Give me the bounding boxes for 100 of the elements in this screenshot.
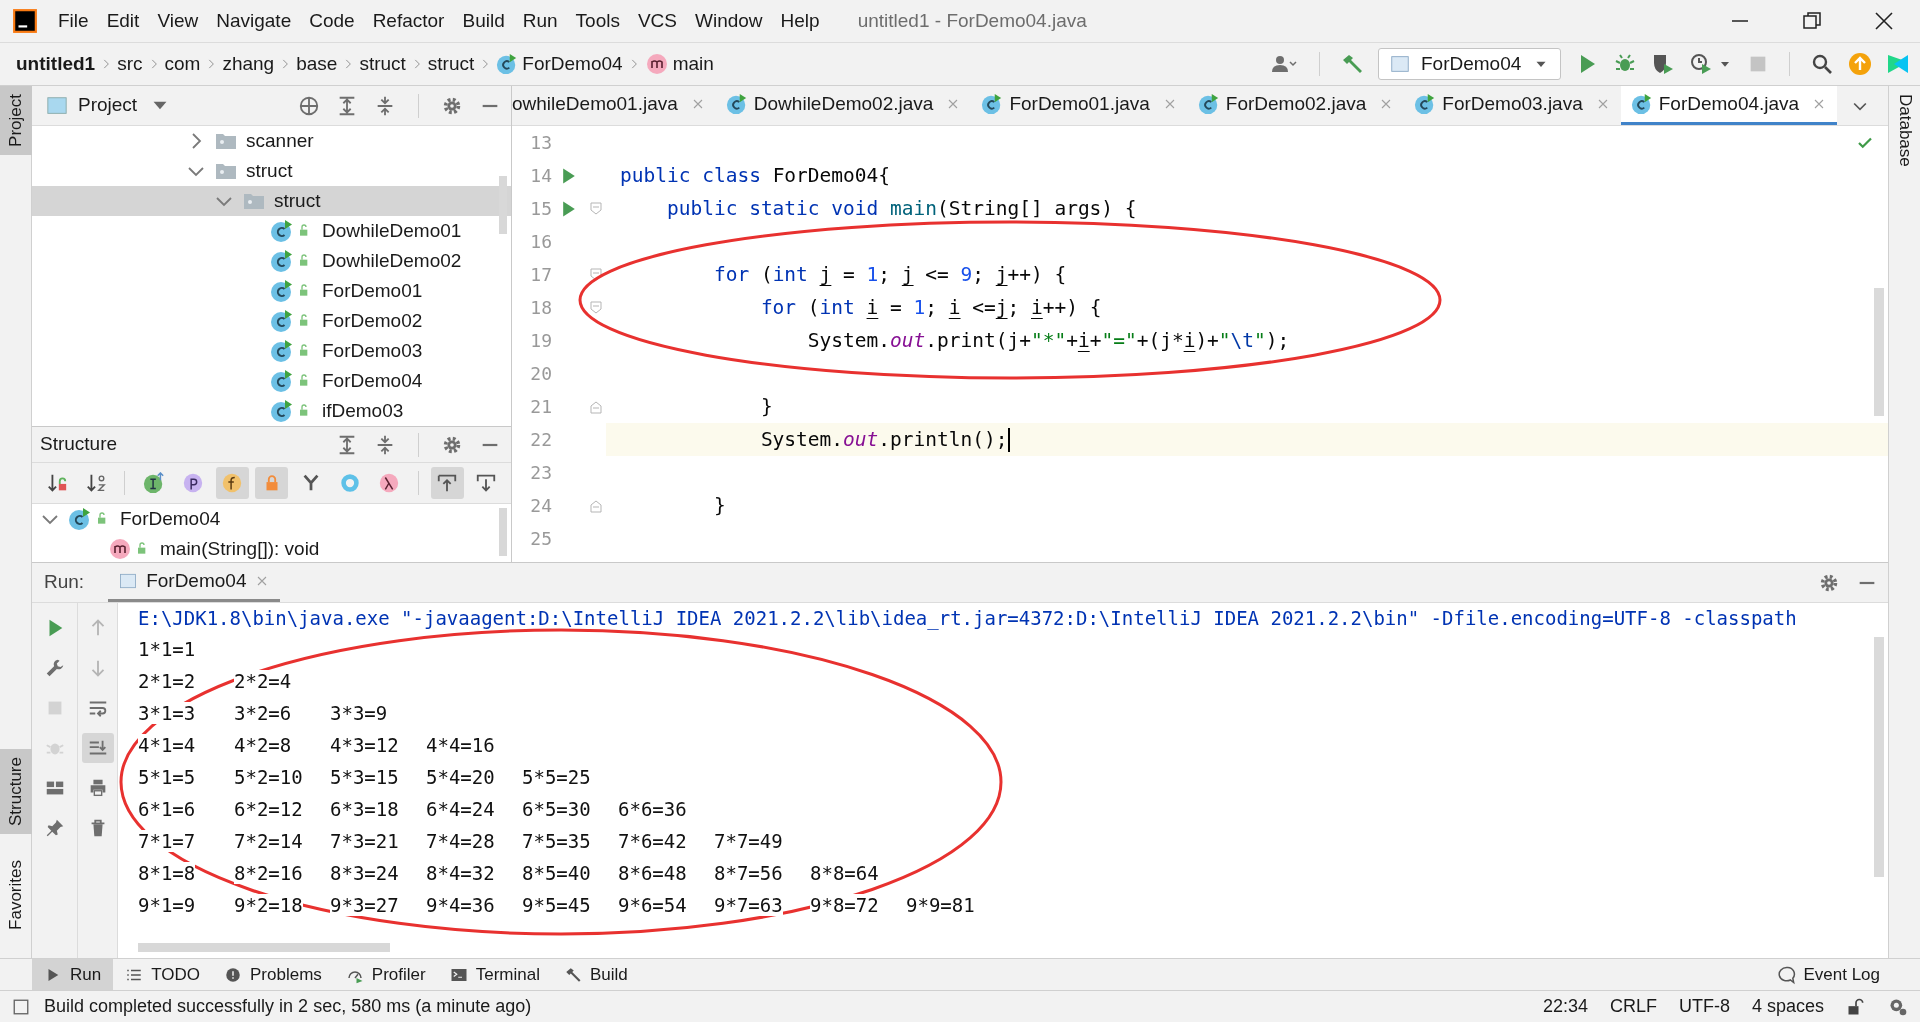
breadcrumb[interactable]: untitled1 bbox=[16, 49, 96, 79]
app-logo-icon[interactable] bbox=[12, 8, 38, 34]
line-number: 19 bbox=[529, 329, 552, 353]
class-icon bbox=[270, 339, 294, 363]
panel-title: Structure bbox=[39, 432, 118, 457]
status-item[interactable]: 4 spaces bbox=[1751, 993, 1824, 1020]
shield-run-icon[interactable] bbox=[1651, 52, 1675, 76]
tool-window-tab[interactable]: Project bbox=[0, 86, 32, 155]
panel-toggle-icon[interactable] bbox=[12, 997, 30, 1016]
caret-icon bbox=[153, 101, 168, 110]
status-item[interactable]: CRLF bbox=[1609, 993, 1657, 1020]
menu-item[interactable]: Refactor bbox=[364, 5, 453, 37]
editor-tab[interactable]: ForDemo02.java bbox=[1187, 86, 1405, 125]
class-icon bbox=[270, 279, 294, 303]
inherited-icon bbox=[142, 472, 165, 494]
breadcrumb[interactable]: src bbox=[117, 49, 143, 79]
menu-item[interactable]: Help bbox=[772, 5, 828, 37]
line-number: 17 bbox=[529, 263, 552, 287]
tree-item[interactable]: main(String[]): void bbox=[32, 534, 511, 562]
code-line: for (int i = 1; i <=j; i++) { bbox=[759, 294, 1102, 321]
line-number: 13 bbox=[529, 131, 552, 155]
menu-item[interactable]: Build bbox=[454, 5, 513, 37]
menu-item[interactable]: Code bbox=[301, 5, 363, 37]
breadcrumb[interactable]: main bbox=[644, 49, 714, 79]
menu-item[interactable]: Window bbox=[687, 5, 771, 37]
menu-item[interactable]: Edit bbox=[98, 5, 148, 37]
menu-item[interactable]: Tools bbox=[567, 5, 628, 37]
tree-item[interactable]: ifDemo03 bbox=[32, 396, 511, 426]
window-title: untitled1 - ForDemo04.java bbox=[857, 8, 1087, 33]
class-icon bbox=[270, 219, 294, 243]
menu-item[interactable]: View bbox=[149, 5, 207, 37]
scrollbar[interactable] bbox=[138, 943, 390, 952]
tool-window-tab[interactable]: Terminal bbox=[437, 959, 552, 990]
line-number: 20 bbox=[529, 362, 552, 386]
scrollbar[interactable] bbox=[1874, 288, 1884, 416]
tree-item[interactable]: ForDemo03 bbox=[32, 336, 511, 366]
code-line: System.out.print(j+"*"+i+"="+(j*i)+"\t"); bbox=[806, 327, 1290, 354]
tree-item[interactable]: scanner bbox=[32, 126, 511, 156]
tree-item[interactable]: struct bbox=[32, 186, 511, 216]
menu-item[interactable]: Navigate bbox=[208, 5, 300, 37]
menu-item[interactable]: File bbox=[50, 5, 97, 37]
console-command: E:\JDK1.8\bin\java.exe "-javaagent:D:\IntelliJ IDEA 2021.2.2\lib\idea_rt.jar=4372:D:\IntelliJ IDEA 2021.2.2\bin" -Dfile.encoding=UTF-8 -classpath bbox=[138, 605, 1798, 632]
tree-item[interactable]: struct bbox=[32, 156, 511, 186]
line-number: 23 bbox=[529, 461, 552, 485]
breadcrumb[interactable]: zhang bbox=[222, 49, 275, 79]
menu-item[interactable]: VCS bbox=[629, 5, 685, 37]
tree-item[interactable]: ForDemo01 bbox=[32, 276, 511, 306]
ring-icon bbox=[338, 472, 361, 494]
tool-window-tab[interactable]: Build bbox=[551, 959, 640, 990]
editor-tab[interactable]: ForDemo04.java bbox=[1620, 86, 1838, 125]
breadcrumb[interactable]: com bbox=[164, 49, 201, 79]
class-icon bbox=[270, 399, 294, 423]
breadcrumb[interactable]: struct bbox=[359, 49, 406, 79]
tree-item[interactable]: ForDemo02 bbox=[32, 306, 511, 336]
editor-tab[interactable]: DowhileDemo02.java bbox=[715, 86, 972, 125]
tool-window-tab[interactable]: Structure bbox=[0, 749, 32, 835]
unlocked-icon[interactable] bbox=[1846, 996, 1866, 1017]
menu-item[interactable]: Run bbox=[514, 5, 566, 37]
search-icon[interactable] bbox=[1810, 52, 1834, 76]
clock-run-icon[interactable] bbox=[1689, 52, 1713, 76]
code-line: for (int j = 1; j <= 9; j++) { bbox=[712, 261, 1067, 288]
autoscroll-to-source-icon bbox=[436, 472, 459, 494]
tree-item[interactable]: DowhileDemo01 bbox=[32, 216, 511, 246]
scroll-to-end-button[interactable] bbox=[81, 733, 114, 763]
lock-toggle[interactable] bbox=[254, 467, 289, 499]
code-line: System.out.println(); bbox=[759, 426, 1008, 453]
locate-icon[interactable] bbox=[298, 94, 320, 117]
window-icon bbox=[1389, 53, 1411, 75]
tree-item[interactable]: ForDemo04 bbox=[32, 504, 511, 534]
event-log-button[interactable]: Event Log bbox=[1777, 961, 1880, 988]
editor-tab[interactable]: ForDemo01.java bbox=[971, 86, 1188, 125]
text-cursor bbox=[1008, 427, 1011, 452]
status-item[interactable]: 22:34 bbox=[1542, 993, 1588, 1020]
run-configuration-dropdown[interactable]: ForDemo04 bbox=[1378, 48, 1561, 80]
field-toggle[interactable] bbox=[215, 467, 249, 499]
tool-window-tab[interactable]: Problems bbox=[212, 959, 334, 990]
panel-title-dropdown[interactable]: Project bbox=[78, 91, 168, 120]
tool-window-tab[interactable]: Database bbox=[1889, 86, 1920, 175]
scrollbar[interactable] bbox=[499, 508, 507, 556]
class-icon bbox=[1630, 93, 1653, 115]
breadcrumb[interactable]: base bbox=[296, 49, 338, 79]
class-icon bbox=[725, 93, 748, 115]
panel-title: Run: bbox=[43, 570, 85, 595]
tree-item[interactable]: DowhileDemo02 bbox=[32, 246, 511, 276]
lambda-icon bbox=[378, 472, 401, 494]
tool-window-tab[interactable]: Favorites bbox=[0, 852, 32, 938]
scrollbar[interactable] bbox=[1874, 637, 1884, 877]
tree-item[interactable]: ForDemo04 bbox=[32, 366, 511, 396]
class-icon bbox=[1197, 93, 1220, 115]
tool-window-tab[interactable]: Run bbox=[32, 959, 114, 990]
status-item[interactable]: UTF-8 bbox=[1678, 993, 1730, 1020]
tool-window-tab[interactable]: TODO bbox=[113, 959, 212, 990]
line-number: 15 bbox=[529, 197, 552, 221]
warning-icon bbox=[224, 965, 242, 984]
autoscroll-to-source-toggle[interactable] bbox=[430, 467, 464, 499]
editor-tab[interactable]: ForDemo03.java bbox=[1404, 86, 1621, 125]
tool-window-tab[interactable]: Profiler bbox=[333, 959, 438, 990]
breadcrumb[interactable]: struct bbox=[427, 49, 475, 79]
editor-tab[interactable]: owhileDemo01.java bbox=[512, 86, 716, 125]
breadcrumb[interactable]: ForDemo04 bbox=[496, 49, 623, 79]
